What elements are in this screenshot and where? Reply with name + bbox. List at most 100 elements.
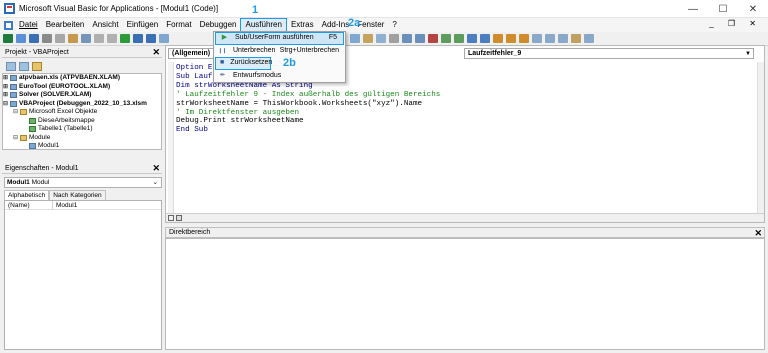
break-icon[interactable] [133, 34, 143, 43]
menu-item-run-sub[interactable]: ▶ Sub/UserForm ausführen F5 [215, 32, 344, 45]
locals-window-icon[interactable] [532, 34, 542, 43]
outdent-icon[interactable] [415, 34, 425, 43]
menu-bearbeiten[interactable]: Bearbeiten [42, 19, 89, 31]
vba-module-icon[interactable] [4, 20, 13, 30]
bookmark-icon[interactable] [467, 34, 477, 43]
expand-icon[interactable]: ⊞ [3, 83, 9, 92]
full-module-view-icon[interactable] [176, 215, 182, 221]
code-line[interactable]: Debug.Print strWorksheetName [176, 117, 756, 126]
view-object-icon[interactable] [19, 61, 29, 71]
run-icon[interactable] [120, 34, 130, 43]
call-stack-icon[interactable] [584, 34, 594, 43]
find-icon[interactable] [81, 34, 91, 43]
vba-project-icon [10, 92, 17, 99]
menu-format[interactable]: Format [162, 19, 195, 31]
collapse-icon[interactable]: ⊟ [3, 100, 9, 109]
project-tree[interactable]: ⊞ atpvbaen.xls (ATPVBAEN.XLAM) ⊞ EuroTool … [2, 73, 162, 150]
toggle-folders-icon[interactable] [32, 61, 42, 71]
close-properties-pane-icon[interactable]: ✕ [152, 163, 160, 174]
indent-icon[interactable] [402, 34, 412, 43]
close-project-pane-icon[interactable]: ✕ [152, 47, 160, 58]
project-pane-title: Projekt - VBAProject [5, 48, 69, 56]
next-bookmark-icon[interactable] [480, 34, 490, 43]
copy-icon[interactable] [55, 34, 65, 43]
menu-extras[interactable]: Extras [287, 19, 318, 31]
reset-icon[interactable] [146, 34, 156, 43]
collapse-icon[interactable]: ⊟ [13, 108, 19, 117]
properties-grid: (Name) Modul1 [4, 200, 162, 350]
procedure-view-icon[interactable] [168, 215, 174, 221]
chevron-down-icon[interactable]: ▼ [745, 49, 751, 59]
tree-item-modul1[interactable]: Modul1 [3, 142, 161, 149]
property-row[interactable]: (Name) Modul1 [5, 201, 161, 210]
object-browser-icon[interactable] [376, 34, 386, 43]
immediate-window-icon[interactable] [545, 34, 555, 43]
cut-icon[interactable] [42, 34, 52, 43]
code-line[interactable]: ' Laufzeitfehler 9 - Index außerhalb des… [176, 91, 756, 100]
tree-item-solver[interactable]: ⊞ Solver (SOLVER.XLAM) [3, 91, 161, 100]
step-out-icon[interactable] [519, 34, 529, 43]
step-into-icon[interactable] [493, 34, 503, 43]
step-over-icon[interactable] [506, 34, 516, 43]
tab-nach-kategorien[interactable]: Nach Kategorien [49, 190, 106, 200]
quick-watch-icon[interactable] [571, 34, 581, 43]
tree-item-atpvbaen[interactable]: ⊞ atpvbaen.xls (ATPVBAEN.XLAM) [3, 74, 161, 83]
title-bar: Microsoft Visual Basic for Applications … [0, 0, 768, 18]
tree-item-diesearbeitsmappe[interactable]: DieseArbeitsmappe [3, 117, 161, 126]
toolbox-icon[interactable] [389, 34, 399, 43]
menu-datei[interactable]: Datei [15, 19, 42, 31]
menu-debuggen[interactable]: Debuggen [196, 19, 241, 31]
properties-object-select[interactable]: Modul1 Modul ⌄ [4, 177, 162, 188]
mdi-window-controls[interactable]: _ ❐ ✕ [709, 19, 762, 28]
project-explorer-icon[interactable] [350, 34, 360, 43]
code-line[interactable]: Dim strWorksheetName As String [176, 82, 756, 91]
properties-icon[interactable] [363, 34, 373, 43]
tree-item-tabelle1[interactable]: Tabelle1 (Tabelle1) [3, 125, 161, 134]
tab-alphabetisch[interactable]: Alphabetisch [4, 190, 50, 200]
menu-einfuegen[interactable]: Einfügen [123, 19, 163, 31]
chevron-down-icon[interactable]: ⌄ [153, 178, 158, 188]
minimize-button[interactable]: — [678, 0, 708, 18]
view-code-icon[interactable] [6, 61, 16, 71]
menu-help[interactable]: ? [388, 19, 400, 31]
code-margin[interactable] [168, 62, 174, 214]
maximize-button[interactable]: ☐ [708, 0, 738, 18]
code-line[interactable]: strWorksheetName = ThisWorkbook.Workshee… [176, 100, 756, 109]
save-icon[interactable] [29, 34, 39, 43]
menu-item-design-mode[interactable]: ✒ Entwurfsmodus [214, 70, 345, 83]
procedure-combo[interactable]: Laufzeitfehler_9 ▼ [464, 48, 754, 59]
menu-item-break[interactable]: ❙❙ Unterbrechen Strg+Unterbrechen [214, 45, 345, 58]
tree-item-eurotool[interactable]: ⊞ EuroTool (EUROTOOL.XLAM) [3, 83, 161, 92]
menu-ausfuehren[interactable]: Ausführen [240, 18, 287, 32]
code-line[interactable]: ' Im Direktfenster ausgeben [176, 109, 756, 118]
property-value[interactable]: Modul1 [53, 201, 77, 209]
vba-project-icon [10, 100, 17, 107]
comment-block-icon[interactable] [441, 34, 451, 43]
vba-app-icon [4, 3, 15, 14]
immediate-window[interactable] [165, 238, 765, 350]
expand-icon[interactable]: ⊞ [3, 91, 9, 100]
tree-item-vbaproject[interactable]: ⊟ VBAProject (Debuggen_2022_10_13.xlsm [3, 100, 161, 109]
insert-module-icon[interactable] [16, 34, 26, 43]
close-button[interactable]: ✕ [738, 0, 768, 18]
code-editor[interactable]: Option Explicit Sub Laufzeitfehler_9() D… [176, 64, 756, 214]
menu-item-reset[interactable]: ■ Zurücksetzen [215, 57, 272, 70]
design-mode-toolbar-icon[interactable] [159, 34, 169, 43]
collapse-icon[interactable]: ⊟ [13, 134, 19, 143]
stop-icon: ■ [220, 59, 225, 66]
paste-icon[interactable] [68, 34, 78, 43]
code-vertical-scrollbar[interactable] [757, 62, 764, 213]
uncomment-block-icon[interactable] [454, 34, 464, 43]
tree-item-excel-objects[interactable]: ⊟ Microsoft Excel Objekte [3, 108, 161, 117]
code-line[interactable]: End Sub [176, 126, 756, 135]
menu-ansicht[interactable]: Ansicht [88, 19, 122, 31]
redo-icon[interactable] [107, 34, 117, 43]
pause-icon: ❙❙ [218, 47, 227, 54]
watch-window-icon[interactable] [558, 34, 568, 43]
workbook-icon [29, 117, 36, 124]
tree-item-module-folder[interactable]: ⊟ Module [3, 134, 161, 143]
undo-icon[interactable] [94, 34, 104, 43]
breakpoint-icon[interactable] [428, 34, 438, 43]
expand-icon[interactable]: ⊞ [3, 74, 9, 83]
excel-icon[interactable] [3, 34, 13, 43]
